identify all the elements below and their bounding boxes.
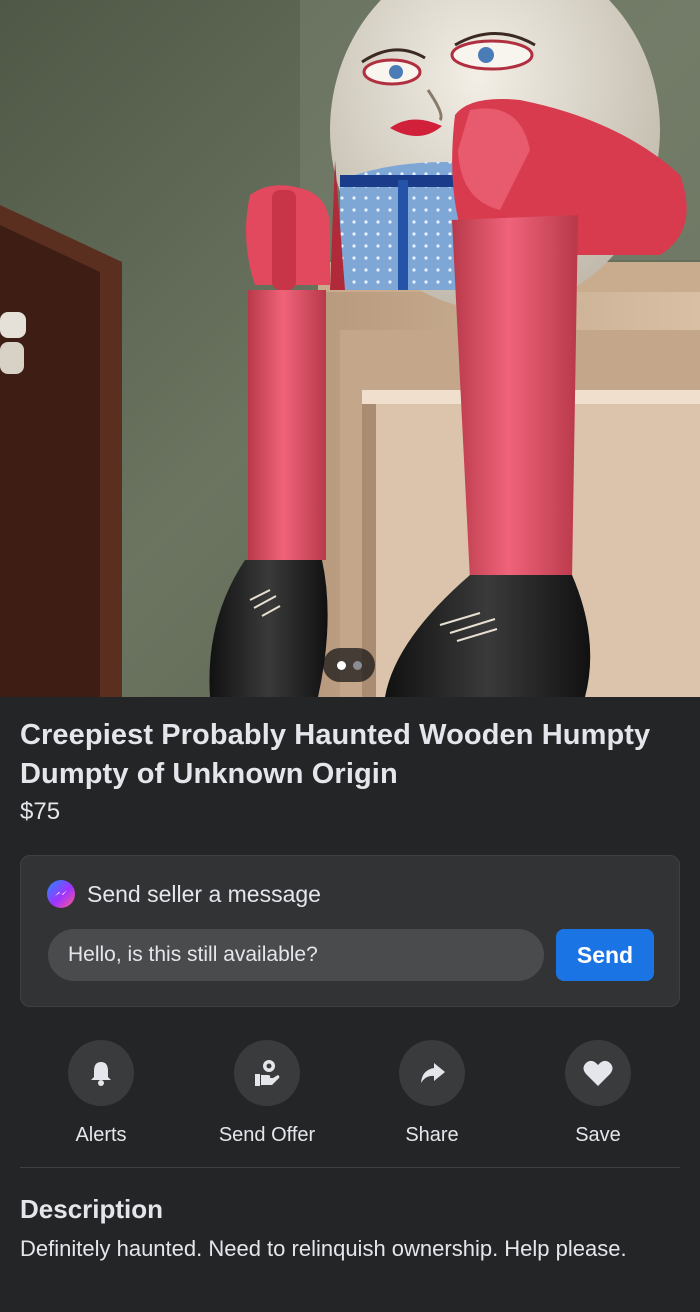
send-offer-button[interactable]: Send Offer	[192, 1040, 342, 1147]
message-header: Send seller a message	[47, 880, 321, 908]
pager-dot[interactable]	[352, 660, 362, 670]
bell-icon	[91, 1062, 111, 1086]
message-heading: Send seller a message	[87, 880, 321, 907]
photo-pager[interactable]	[323, 648, 375, 682]
pager-dot-active[interactable]	[336, 660, 346, 670]
listing-photo[interactable]	[0, 0, 700, 697]
alerts-label: Alerts	[75, 1124, 127, 1146]
section-divider	[20, 1167, 680, 1168]
action-bar: Alerts Send Offer Share Save	[20, 1040, 680, 1150]
send-button[interactable]: Send	[556, 929, 654, 981]
listing-price: $75	[20, 798, 61, 825]
send-offer-circle[interactable]	[234, 1040, 300, 1106]
share-label: Share	[405, 1124, 459, 1146]
save-label: Save	[575, 1124, 621, 1146]
share-icon	[421, 1063, 445, 1083]
heart-icon	[583, 1060, 613, 1086]
share-circle[interactable]	[399, 1040, 465, 1106]
send-offer-label: Send Offer	[218, 1124, 316, 1146]
description-heading: Description	[20, 1194, 164, 1224]
save-button[interactable]: Save	[523, 1040, 673, 1147]
share-button[interactable]: Share	[357, 1040, 507, 1147]
description-body: Definitely haunted. Need to relinquish o…	[20, 1236, 627, 1261]
alerts-circle[interactable]	[68, 1040, 134, 1106]
alerts-button[interactable]: Alerts	[26, 1040, 176, 1147]
message-seller-card: Send seller a message Hello, is this sti…	[20, 855, 680, 1007]
save-circle[interactable]	[565, 1040, 631, 1106]
message-input[interactable]: Hello, is this still available?	[48, 929, 544, 981]
humpty-dumpty-photo	[0, 0, 700, 697]
listing-title: Creepiest Probably Haunted Wooden Humpty…	[20, 719, 651, 790]
messenger-icon	[47, 880, 75, 908]
offer-icon	[255, 1060, 280, 1086]
